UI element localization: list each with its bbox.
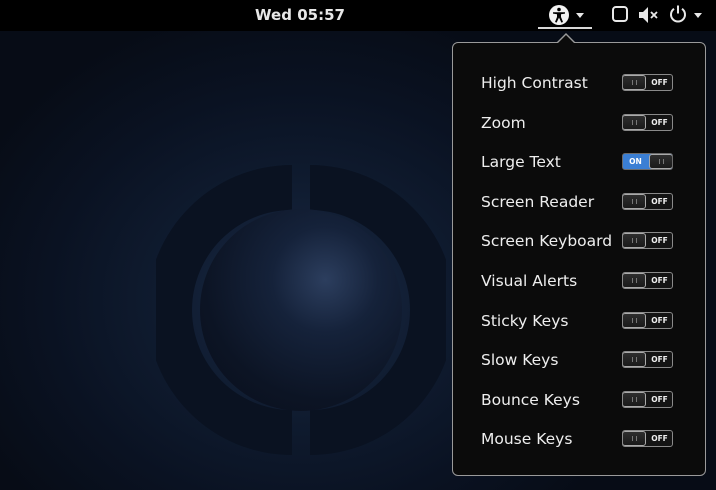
toggle-knob[interactable] — [623, 352, 646, 367]
menu-item-label: Screen Keyboard — [481, 232, 613, 250]
menu-item-screen-keyboard[interactable]: Screen Keyboard OFF — [481, 229, 691, 253]
high-contrast-toggle[interactable]: OFF — [622, 74, 673, 91]
large-text-toggle[interactable]: ON — [622, 153, 673, 170]
desktop: Wed 05:57 High Contrast OFF Zoom OFF Lar… — [0, 0, 716, 490]
desktop-logo — [156, 165, 446, 455]
menu-item-slow-keys[interactable]: Slow Keys OFF — [481, 348, 691, 372]
toggle-knob[interactable] — [649, 154, 672, 169]
grip-icon — [632, 199, 637, 204]
toggle-state-label: OFF — [651, 395, 668, 404]
menu-item-label: Large Text — [481, 153, 561, 171]
system-menu-chevron-down-icon[interactable] — [694, 13, 702, 18]
grip-icon — [632, 278, 637, 283]
toggle-knob[interactable] — [623, 392, 646, 407]
grip-icon — [632, 318, 637, 323]
menu-item-label: Slow Keys — [481, 351, 559, 369]
menu-item-label: Bounce Keys — [481, 391, 580, 409]
chevron-down-icon — [576, 13, 584, 18]
zoom-toggle[interactable]: OFF — [622, 114, 673, 131]
menu-item-label: Screen Reader — [481, 193, 595, 211]
menu-item-label: Mouse Keys — [481, 430, 573, 448]
menu-item-label: Visual Alerts — [481, 272, 578, 290]
toggle-state-label: OFF — [651, 78, 668, 87]
grip-icon — [632, 238, 637, 243]
grip-icon — [632, 357, 637, 362]
menu-item-visual-alerts[interactable]: Visual Alerts OFF — [481, 269, 691, 293]
active-indicator — [538, 27, 592, 29]
toggle-knob[interactable] — [623, 75, 646, 90]
top-bar: Wed 05:57 — [0, 0, 716, 31]
grip-icon — [632, 120, 637, 125]
accessibility-icon — [549, 5, 569, 25]
toggle-state-label: OFF — [651, 316, 668, 325]
menu-item-bounce-keys[interactable]: Bounce Keys OFF — [481, 388, 691, 412]
menu-item-high-contrast[interactable]: High Contrast OFF — [481, 71, 691, 95]
menu-item-sticky-keys[interactable]: Sticky Keys OFF — [481, 309, 691, 333]
toggle-knob[interactable] — [623, 233, 646, 248]
mouse-keys-toggle[interactable]: OFF — [622, 430, 673, 447]
grip-icon — [632, 397, 637, 402]
toggle-state-label: OFF — [651, 434, 668, 443]
toggle-knob[interactable] — [623, 273, 646, 288]
toggle-state-label: ON — [629, 157, 642, 166]
menu-item-label: High Contrast — [481, 74, 588, 92]
toggle-state-label: OFF — [651, 276, 668, 285]
toggle-state-label: OFF — [651, 355, 668, 364]
accessibility-menu: High Contrast OFF Zoom OFF Large Text ON Scree… — [452, 42, 706, 476]
volume-muted-icon[interactable] — [638, 5, 660, 25]
screen-keyboard-toggle[interactable]: OFF — [622, 232, 673, 249]
menu-item-screen-reader[interactable]: Screen Reader OFF — [481, 190, 691, 214]
grip-icon — [632, 436, 637, 441]
logo-sphere — [200, 209, 402, 411]
toggle-knob[interactable] — [623, 313, 646, 328]
popover-arrow-inner — [557, 35, 575, 44]
power-icon[interactable] — [668, 4, 688, 24]
bounce-keys-toggle[interactable]: OFF — [622, 391, 673, 408]
toggle-state-label: OFF — [651, 236, 668, 245]
sticky-keys-toggle[interactable]: OFF — [622, 312, 673, 329]
window-icon[interactable] — [612, 6, 628, 22]
menu-item-label: Sticky Keys — [481, 312, 569, 330]
toggle-knob[interactable] — [623, 115, 646, 130]
toggle-state-label: OFF — [651, 197, 668, 206]
slow-keys-toggle[interactable]: OFF — [622, 351, 673, 368]
menu-item-mouse-keys[interactable]: Mouse Keys OFF — [481, 427, 691, 451]
menu-item-large-text[interactable]: Large Text ON — [481, 150, 691, 174]
visual-alerts-toggle[interactable]: OFF — [622, 272, 673, 289]
screen-reader-toggle[interactable]: OFF — [622, 193, 673, 210]
toggle-knob[interactable] — [623, 194, 646, 209]
grip-icon — [632, 80, 637, 85]
toggle-knob[interactable] — [623, 431, 646, 446]
menu-item-label: Zoom — [481, 114, 526, 132]
toggle-state-label: OFF — [651, 118, 668, 127]
menu-item-zoom[interactable]: Zoom OFF — [481, 111, 691, 135]
clock[interactable]: Wed 05:57 — [0, 0, 600, 31]
grip-icon — [659, 159, 664, 164]
